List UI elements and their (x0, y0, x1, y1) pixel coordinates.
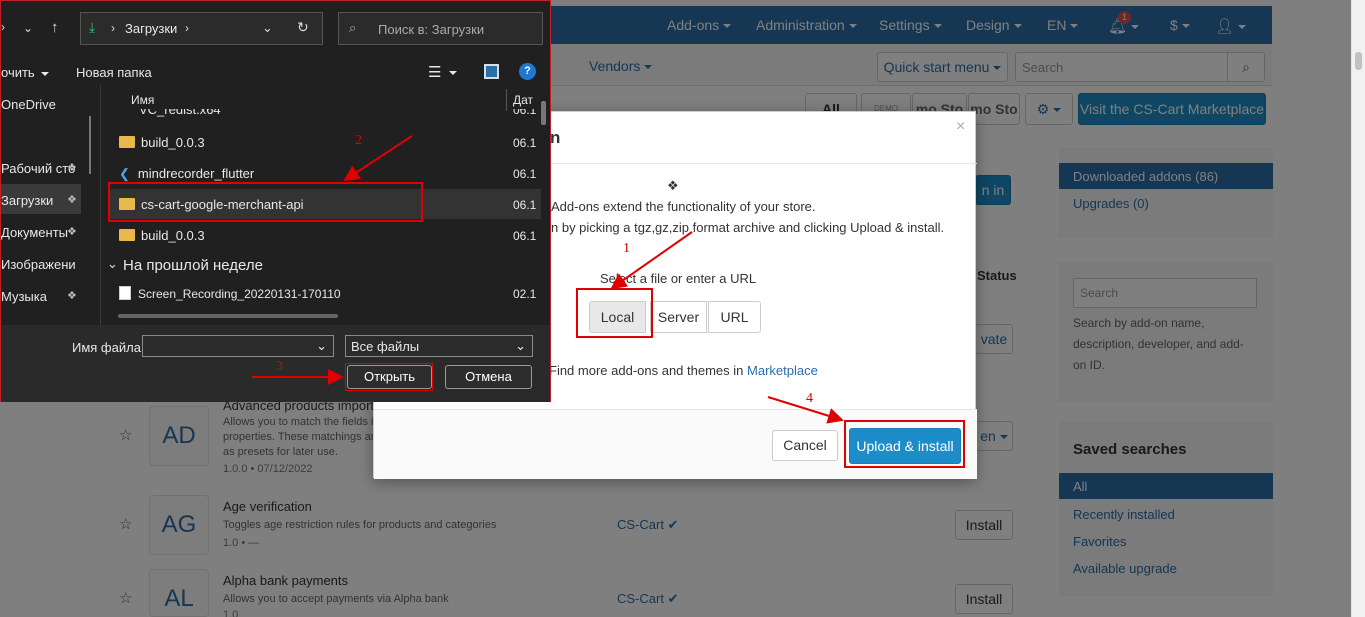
annotation-arrow (767, 396, 844, 424)
annotation-arrow (610, 231, 693, 290)
annotation-arrows (252, 135, 844, 424)
annotation-arrow (343, 135, 413, 182)
